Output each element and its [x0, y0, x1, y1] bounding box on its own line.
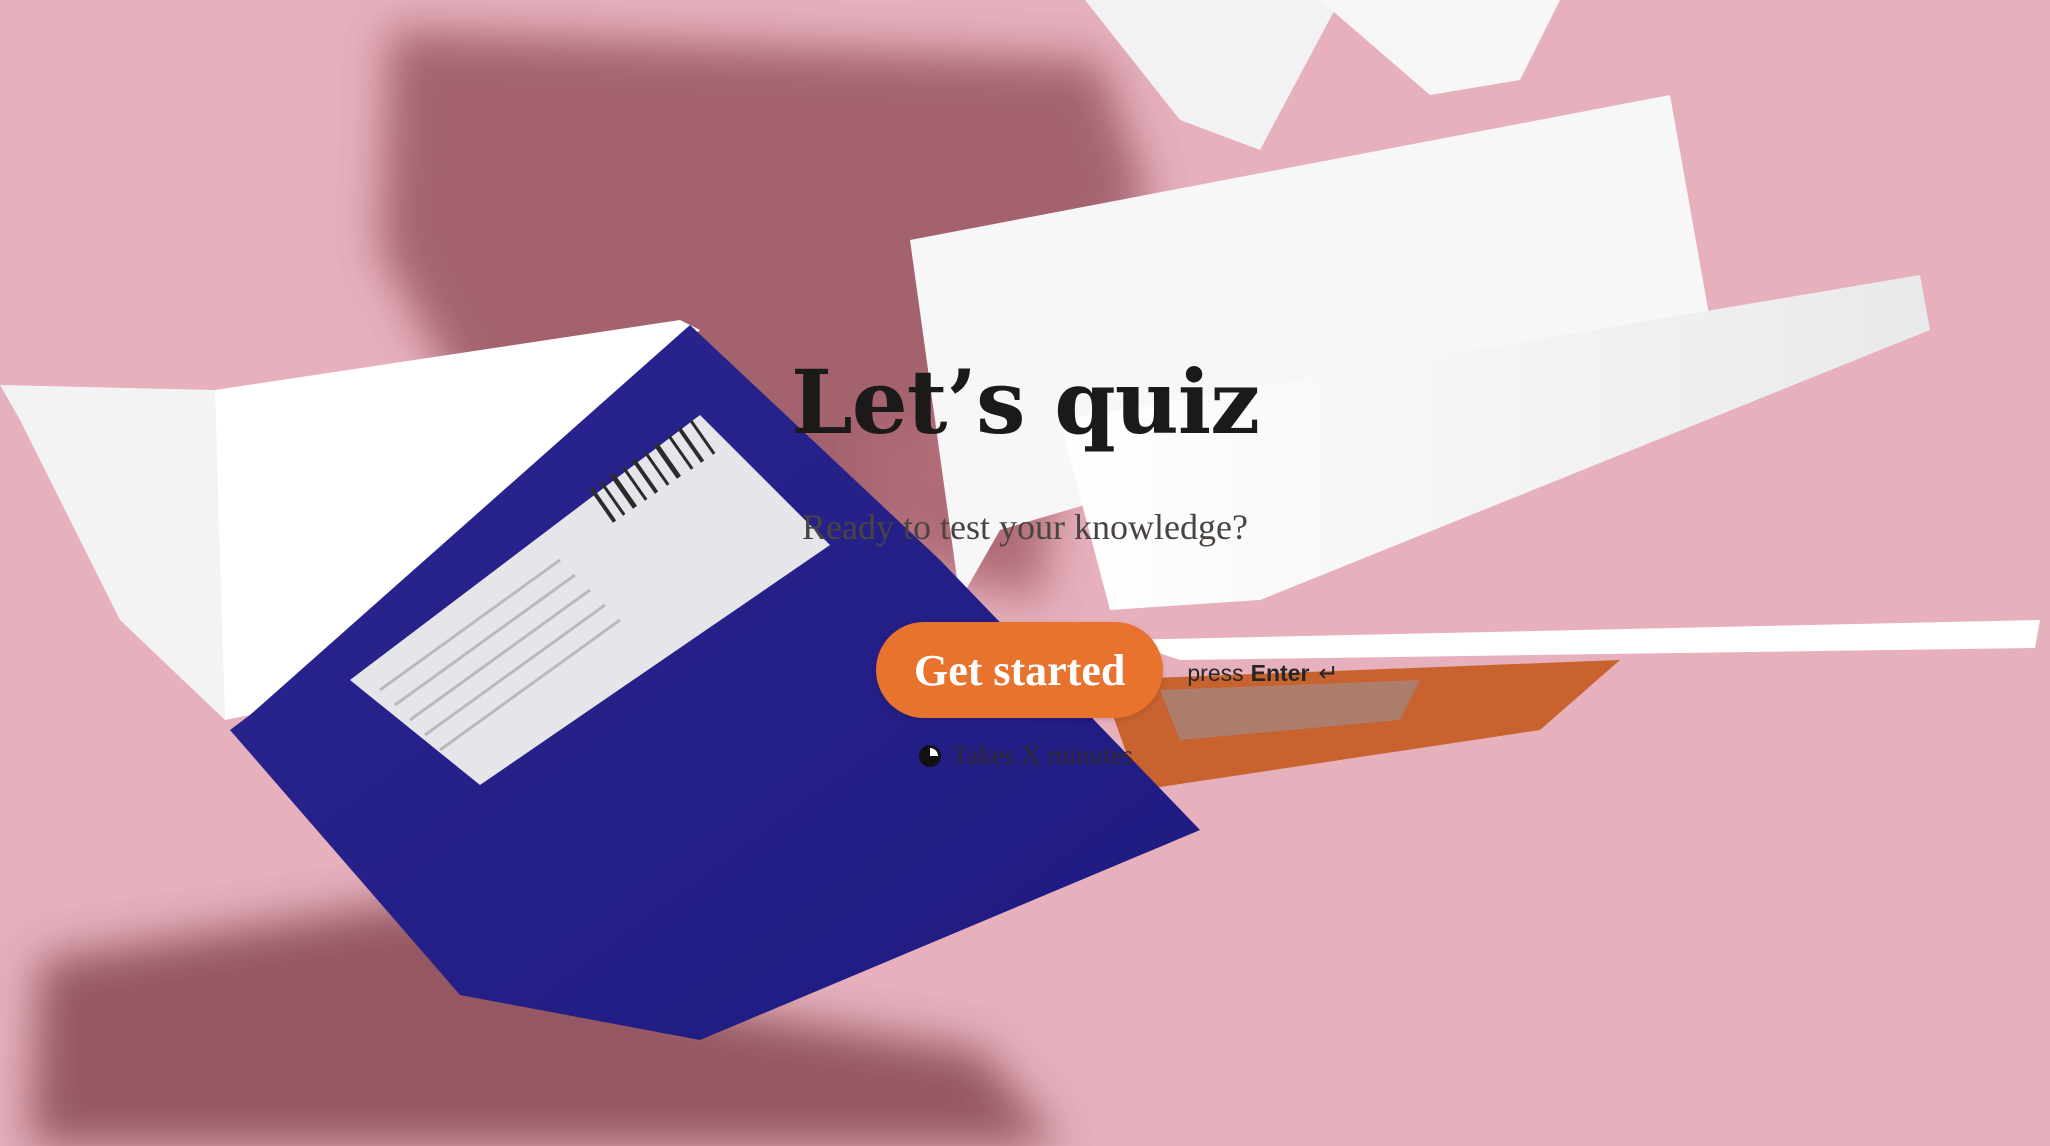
get-started-button[interactable]: Get started [876, 622, 1164, 718]
start-action-row: Get started press Enter ↵ [876, 622, 1339, 718]
welcome-screen: Let’s quiz Ready to test your knowledge?… [0, 0, 2050, 1146]
return-key-icon: ↵ [1318, 659, 1339, 687]
keyboard-hint-key: Enter [1250, 659, 1310, 686]
keyboard-hint: press Enter ↵ [1187, 659, 1338, 688]
clock-icon [918, 744, 942, 768]
keyboard-hint-prefix: press [1187, 659, 1244, 686]
duration-text: Takes X minutes [952, 740, 1134, 770]
quiz-duration: Takes X minutes [918, 740, 1133, 771]
quiz-subtitle: Ready to test your knowledge? [802, 507, 1248, 547]
quiz-title: Let’s quiz [790, 350, 1260, 454]
